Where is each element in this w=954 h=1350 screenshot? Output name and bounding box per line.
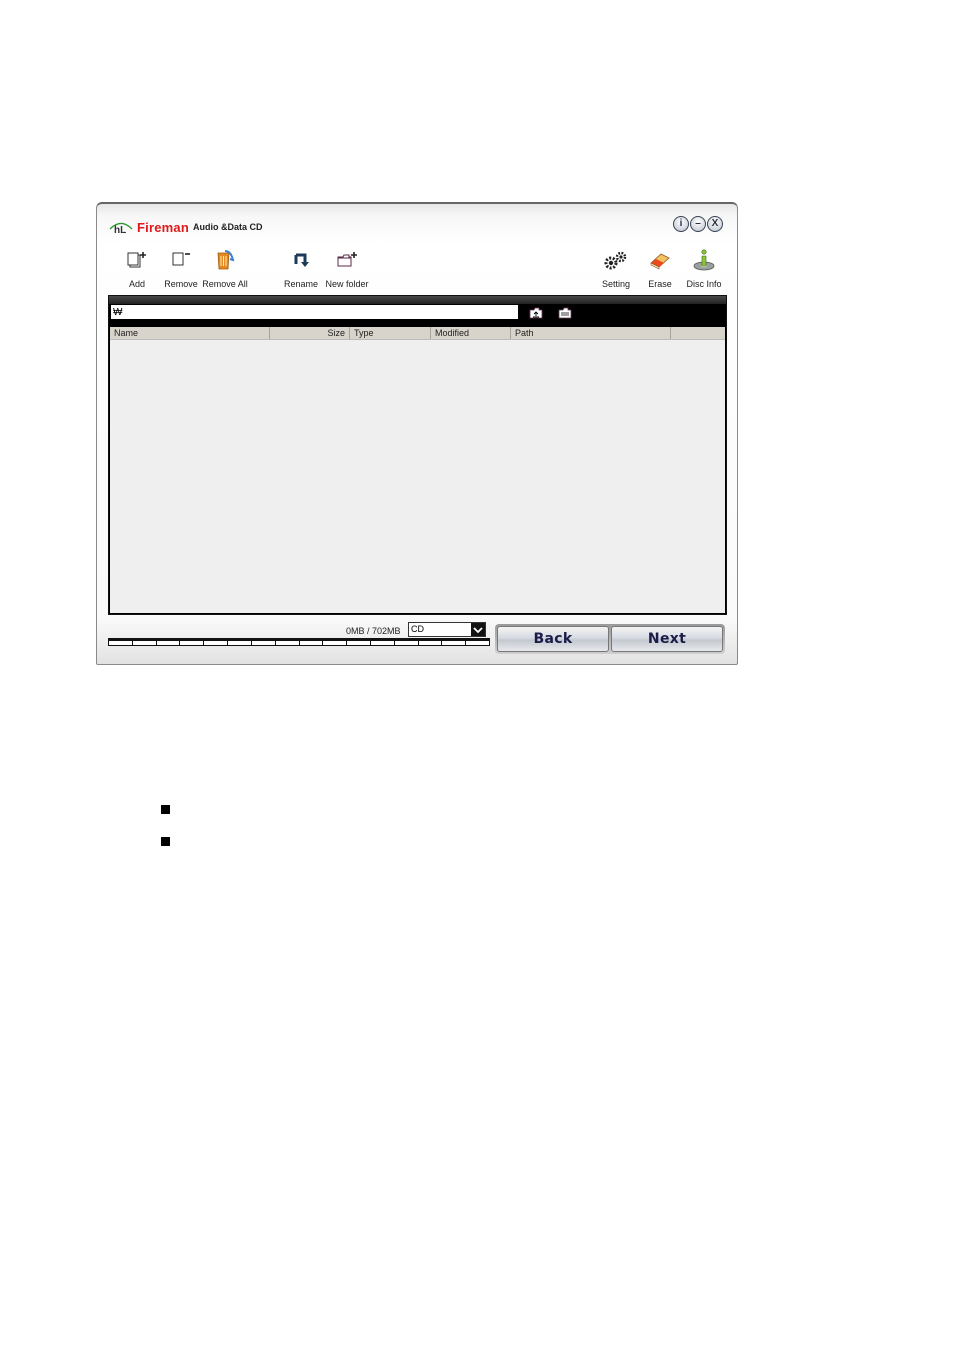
app-title-sub: Audio &Data CD [192, 222, 263, 232]
chevron-down-icon[interactable] [471, 623, 485, 636]
rename-label: Rename [283, 279, 319, 289]
column-name[interactable]: Name [110, 327, 270, 339]
column-modified[interactable]: Modified [431, 327, 511, 339]
close-button[interactable]: X [707, 216, 723, 232]
disc-type-value: CD [411, 624, 424, 634]
file-list-body[interactable] [110, 340, 725, 613]
progress-segment [347, 639, 371, 645]
new-folder-icon [337, 252, 357, 267]
progress-segment [180, 639, 205, 645]
capacity-progress-bar [108, 638, 490, 646]
fireman-logo-icon: hL [109, 222, 133, 234]
folder-root-icon [558, 307, 572, 319]
folder-up-button[interactable] [529, 306, 543, 319]
disc-info-button[interactable]: Disc Info [678, 248, 730, 289]
folder-up-icon [529, 307, 543, 319]
progress-segment [370, 639, 395, 645]
next-button[interactable]: Next [611, 626, 723, 652]
progress-segment [418, 639, 443, 645]
panel-top-bar [109, 296, 726, 304]
progress-segment [251, 639, 276, 645]
progress-segment [109, 639, 133, 645]
window-controls: i – X [673, 216, 723, 232]
info-button[interactable]: i [673, 216, 689, 232]
app-title-brand: Fireman [137, 219, 189, 235]
path-bar [111, 304, 726, 320]
progress-segment [275, 639, 300, 645]
new-folder-button[interactable]: New folder [321, 248, 373, 289]
progress-segment [204, 639, 229, 645]
remove-file-icon [172, 252, 190, 266]
trash-bin-icon [217, 250, 235, 270]
bullet-marker [161, 805, 170, 814]
progress-segment [228, 639, 252, 645]
rename-icon [294, 253, 309, 267]
disc-info-label: Disc Info [686, 279, 722, 289]
column-extra[interactable] [671, 327, 725, 339]
progress-segment [442, 639, 467, 645]
column-path[interactable]: Path [511, 327, 671, 339]
disc-type-select[interactable]: CD [408, 622, 486, 637]
remove-all-button[interactable]: Remove All [199, 248, 251, 289]
rename-button[interactable]: Rename [275, 248, 327, 289]
back-button[interactable]: Back [497, 626, 609, 652]
remove-all-label: Remove All [202, 279, 248, 289]
eraser-icon [650, 253, 670, 270]
bullet-marker [161, 837, 170, 846]
minimize-button[interactable]: – [690, 216, 706, 232]
progress-segment [394, 639, 419, 645]
progress-segment [132, 639, 157, 645]
disc-info-icon [693, 249, 715, 271]
column-size[interactable]: Size [270, 327, 350, 339]
fireman-window: hL Fireman Audio &Data CD i – X Add Remo… [96, 202, 738, 665]
progress-segment [156, 639, 181, 645]
title-bar: hL Fireman Audio &Data CD [109, 218, 262, 236]
progress-segment [299, 639, 324, 645]
new-folder-label: New folder [325, 279, 369, 289]
column-type[interactable]: Type [350, 327, 431, 339]
capacity-readout: 0MB / 702MB [346, 626, 401, 636]
path-input[interactable] [111, 305, 518, 319]
folder-root-button[interactable] [558, 306, 572, 319]
file-list-header: Name Size Type Modified Path [110, 327, 725, 340]
progress-segment [323, 639, 348, 645]
navigation-buttons: Back Next [495, 624, 725, 654]
progress-segment [466, 639, 489, 645]
add-file-icon [127, 252, 146, 268]
svg-text:hL: hL [114, 225, 126, 234]
gears-icon [604, 251, 627, 270]
file-panel: Name Size Type Modified Path [108, 295, 727, 615]
